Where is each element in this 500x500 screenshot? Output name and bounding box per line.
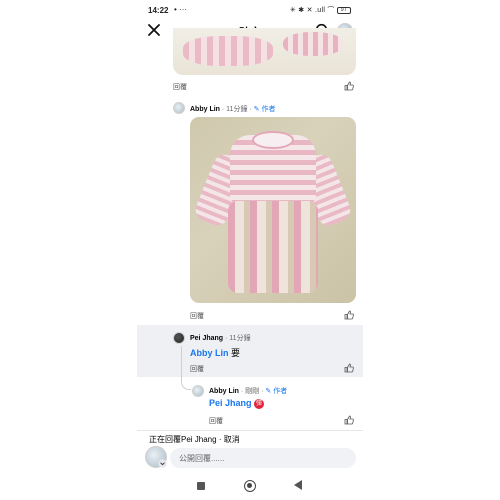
comment-text: Abby Lin 要 <box>190 346 240 359</box>
signal-icons: ✳ ✱ ✕ .ull ⌒ <box>289 7 335 14</box>
comment-header: Abby Lin · 剛剛 · ✎ 作者 <box>209 386 287 396</box>
commenter-name[interactable]: Abby Lin <box>209 388 239 395</box>
comment-header: Abby Lin · 11分鐘 · ✎ 作者 <box>190 104 275 114</box>
cancel-reply-button[interactable]: 取消 <box>224 435 240 444</box>
system-nav-bar <box>137 476 363 498</box>
reply-input[interactable] <box>170 448 356 468</box>
battery-icon: 97 <box>337 6 351 14</box>
reply-link[interactable]: 回覆 <box>173 82 187 92</box>
avatar[interactable] <box>173 102 185 114</box>
reply-link[interactable]: 回覆 <box>209 416 223 426</box>
chevron-down-icon <box>158 459 167 468</box>
thread-line <box>181 346 191 390</box>
comment-body: 要 <box>228 348 241 358</box>
commenter-name[interactable]: Pei Jhang <box>190 335 223 342</box>
author-badge: ✎ 作者 <box>253 106 276 113</box>
like-icon[interactable] <box>344 363 354 373</box>
status-time: 14:22 <box>148 6 169 15</box>
notification-icons: • ··· <box>174 5 188 14</box>
comment-time: · 11分鐘 <box>223 335 251 342</box>
reply-link[interactable]: 回覆 <box>190 364 204 374</box>
reply-link[interactable]: 回覆 <box>190 311 204 321</box>
status-bar: 14:22 • ··· ✳ ✱ ✕ .ull ⌒ 97 <box>137 0 363 20</box>
clothing-collar <box>252 131 294 149</box>
divider <box>137 430 363 431</box>
avatar[interactable] <box>173 332 185 344</box>
recents-button[interactable] <box>197 482 205 490</box>
like-icon[interactable] <box>344 310 354 320</box>
mention-link[interactable]: Abby Lin <box>190 348 229 358</box>
back-button[interactable] <box>294 480 302 490</box>
previous-photo[interactable] <box>173 28 356 75</box>
clothing-shape <box>183 36 273 66</box>
author-badge: ✎ 作者 <box>265 388 288 395</box>
home-button[interactable] <box>244 480 256 492</box>
emoji-badge: 彈 <box>254 398 265 409</box>
clothing-shape <box>283 32 343 56</box>
composer-avatar[interactable] <box>145 446 169 470</box>
comment-time: · 剛剛 · <box>238 388 266 395</box>
replying-to: Pei Jhang <box>181 435 217 444</box>
clothing-pants <box>228 201 318 293</box>
comment-time: · 11分鐘 · <box>219 106 254 113</box>
phone-screen: 14:22 • ··· ✳ ✱ ✕ .ull ⌒ 97 貼文 回覆 Abby L… <box>137 0 363 500</box>
avatar[interactable] <box>192 385 204 397</box>
comment-text: Pei Jhang 彈 <box>209 398 265 409</box>
replying-prefix: 正在回覆 <box>149 435 181 444</box>
mention-link[interactable]: Pei Jhang <box>209 398 252 408</box>
separator: · <box>216 435 224 444</box>
comment-header: Pei Jhang · 11分鐘 <box>190 333 251 343</box>
replying-banner: 正在回覆Pei Jhang · 取消 <box>149 434 240 445</box>
like-icon[interactable] <box>344 415 354 425</box>
like-icon[interactable] <box>344 81 354 91</box>
system-icons: ✳ ✱ ✕ .ull ⌒ 97 <box>290 5 351 15</box>
comment-photo[interactable] <box>190 117 356 303</box>
commenter-name[interactable]: Abby Lin <box>190 106 220 113</box>
